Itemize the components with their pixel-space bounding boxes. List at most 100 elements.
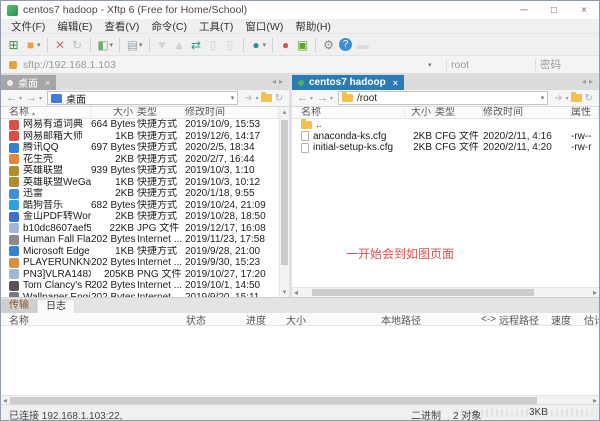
- feedback-icon[interactable]: ▬▾: [354, 36, 371, 54]
- menu-item[interactable]: 编辑(E): [51, 19, 98, 34]
- layout-view-icon[interactable]: ▤▾: [124, 36, 145, 54]
- file-row[interactable]: Human Fall Flat 202 Bytes Internet ... 2…: [1, 234, 278, 246]
- file-row[interactable]: 腾讯QQ 697 Bytes 快捷方式 2020/2/5, 18:34: [1, 142, 278, 154]
- file-row[interactable]: 英雄联盟WeGame版 1KB 快捷方式 2019/10/3, 10:12: [1, 177, 278, 189]
- go-options-icon[interactable]: ▾: [256, 95, 261, 102]
- separator[interactable]: ▾: [243, 38, 244, 52]
- column-header-speed[interactable]: 速度: [551, 312, 584, 327]
- address-url-field[interactable]: sftp://192.168.1.103: [23, 59, 428, 71]
- file-row[interactable]: Tom Clancy's Rainb... 202 Bytes Internet…: [1, 280, 278, 292]
- scroll-left-icon[interactable]: ◂: [294, 288, 298, 297]
- file-row[interactable]: 金山PDF转Word 2KB 快捷方式 2019/10/28, 18:50: [1, 211, 278, 223]
- maximize-button[interactable]: □: [539, 2, 569, 19]
- menu-item[interactable]: 工具(T): [193, 19, 239, 34]
- separator[interactable]: ▾: [272, 38, 273, 52]
- menu-item[interactable]: 窗口(W): [239, 19, 289, 34]
- scrollbar-thumb[interactable]: [10, 397, 537, 404]
- column-header-date[interactable]: 修改时间: [185, 107, 278, 119]
- column-header-size[interactable]: 大小: [405, 107, 435, 119]
- back-icon[interactable]: ←: [295, 92, 310, 104]
- remote-horizontal-scrollbar[interactable]: ◂ ▸: [292, 287, 599, 297]
- file-row[interactable]: initial-setup-ks.cfg 2KB CFG 文件 2020/2/1…: [292, 142, 599, 154]
- forward-icon[interactable]: →: [315, 92, 330, 104]
- scroll-down-icon[interactable]: ▾: [280, 288, 289, 296]
- settings-gear-icon[interactable]: ⚙▾: [320, 36, 337, 54]
- scroll-right-icon[interactable]: ▸: [593, 288, 597, 297]
- column-header-name[interactable]: 名称: [301, 107, 405, 119]
- tab-desktop[interactable]: 桌面 ×: [1, 75, 56, 90]
- xmanager-icon[interactable]: ▣▾: [294, 36, 311, 54]
- sync-sphere-icon[interactable]: ●▾: [248, 36, 269, 54]
- new-session-icon[interactable]: ⊞▾: [5, 36, 22, 54]
- separator[interactable]: ▾: [149, 38, 150, 52]
- address-dropdown-icon[interactable]: ▾: [428, 61, 442, 69]
- scroll-up-icon[interactable]: ▴: [280, 108, 289, 116]
- username-field[interactable]: root: [451, 59, 531, 71]
- file-row[interactable]: 网易邮箱大师 1KB 快捷方式 2019/12/6, 14:17: [1, 131, 278, 143]
- column-header-name[interactable]: 名称▴: [9, 107, 91, 119]
- back-icon[interactable]: ←: [4, 92, 19, 104]
- refresh-icon[interactable]: ↻: [582, 93, 596, 104]
- column-header-progress[interactable]: 进度: [246, 312, 286, 327]
- column-header-remotepath[interactable]: 远程路径: [499, 312, 551, 327]
- separator[interactable]: ▾: [90, 38, 91, 52]
- new-folder-icon[interactable]: [261, 94, 272, 102]
- file-row[interactable]: 酷狗音乐 682 Bytes 快捷方式 2019/10/24, 21:09: [1, 200, 278, 212]
- file-row[interactable]: b10dc8607aef55a8... 22KB JPG 文件 2019/12/…: [1, 223, 278, 235]
- column-header-type[interactable]: 类型: [137, 107, 185, 119]
- forward-history-icon[interactable]: ▾: [330, 95, 335, 102]
- file-row[interactable]: Wallpaper Engine 202 Bytes Internet ... …: [1, 292, 278, 298]
- disconnect-icon[interactable]: ✕▾: [52, 36, 69, 54]
- file-row[interactable]: 网易有道词典 664 Bytes 快捷方式 2019/10/9, 15:53: [1, 119, 278, 131]
- scrollbar-thumb[interactable]: [312, 289, 534, 296]
- remote-path-combobox[interactable]: /root ▾: [338, 91, 548, 105]
- xshell-icon[interactable]: ●▾: [277, 36, 294, 54]
- combo-dropdown-icon[interactable]: ▾: [231, 94, 235, 102]
- file-row[interactable]: anaconda-ks.cfg 2KB CFG 文件 2020/2/11, 4:…: [292, 131, 599, 143]
- column-header-name[interactable]: 名称: [9, 312, 186, 327]
- file-row[interactable]: ..: [292, 119, 599, 131]
- file-row[interactable]: PLAYERUNKNOWN'... 202 Bytes Internet ...…: [1, 257, 278, 269]
- column-header-localpath[interactable]: 本地路径: [381, 312, 481, 327]
- column-header-eta[interactable]: 估计剩余: [584, 312, 600, 327]
- transfer-horizontal-scrollbar[interactable]: ◂ ▸: [1, 395, 599, 404]
- queue-doc2-icon[interactable]: ▯▾: [222, 36, 239, 54]
- go-options-icon[interactable]: ▾: [566, 95, 571, 102]
- column-header-direction[interactable]: <->: [481, 314, 499, 325]
- queue-doc-icon[interactable]: ▯▾: [205, 36, 222, 54]
- open-session-folder-icon[interactable]: ■▾: [22, 36, 43, 54]
- menu-item[interactable]: 文件(F): [5, 19, 51, 34]
- tab-scroll-arrows[interactable]: ◂▸: [272, 77, 286, 86]
- new-folder-icon[interactable]: [571, 94, 582, 102]
- open-new-window-icon[interactable]: ◧▾: [95, 36, 116, 54]
- local-path-combobox[interactable]: 桌面 ▾: [47, 91, 238, 105]
- close-button[interactable]: ×: [569, 2, 599, 19]
- column-header-status[interactable]: 状态: [186, 312, 246, 327]
- separator[interactable]: ▾: [47, 38, 48, 52]
- reconnect-icon[interactable]: ↻▾: [69, 36, 86, 54]
- tab-scroll-arrows[interactable]: ◂▸: [582, 77, 596, 86]
- upload-icon[interactable]: ▲▾: [171, 36, 188, 54]
- tab-close-icon[interactable]: ×: [45, 78, 50, 88]
- refresh-icon[interactable]: ↻: [272, 93, 286, 104]
- menu-item[interactable]: 帮助(H): [289, 19, 337, 34]
- menu-item[interactable]: 查看(V): [98, 19, 145, 34]
- go-icon[interactable]: ➜: [551, 93, 565, 104]
- tab-centos7-hadoop[interactable]: centos7 hadoop ×: [292, 75, 404, 90]
- column-header-attr[interactable]: 属性: [571, 107, 599, 119]
- forward-history-icon[interactable]: ▾: [39, 95, 44, 102]
- column-header-type[interactable]: 类型: [435, 107, 483, 119]
- forward-icon[interactable]: →: [24, 92, 39, 104]
- file-row[interactable]: Microsoft Edge 1KB 快捷方式 2019/9/28, 21:00: [1, 246, 278, 258]
- local-vertical-scrollbar[interactable]: ▴ ▾: [279, 107, 289, 297]
- scrollbar-thumb[interactable]: [281, 120, 288, 265]
- file-row[interactable]: 迅雷 2KB 快捷方式 2020/1/18, 9:55: [1, 188, 278, 200]
- transfer-icon[interactable]: ⇄▾: [188, 36, 205, 54]
- file-row[interactable]: 花生壳 2KB 快捷方式 2020/2/7, 16:44: [1, 154, 278, 166]
- column-header-date[interactable]: 修改时间: [483, 107, 571, 119]
- password-field[interactable]: 密码: [540, 57, 599, 72]
- separator[interactable]: ▾: [315, 38, 316, 52]
- go-icon[interactable]: ➜: [241, 93, 255, 104]
- separator[interactable]: ▾: [119, 38, 120, 52]
- help-icon[interactable]: ?▾: [337, 36, 354, 54]
